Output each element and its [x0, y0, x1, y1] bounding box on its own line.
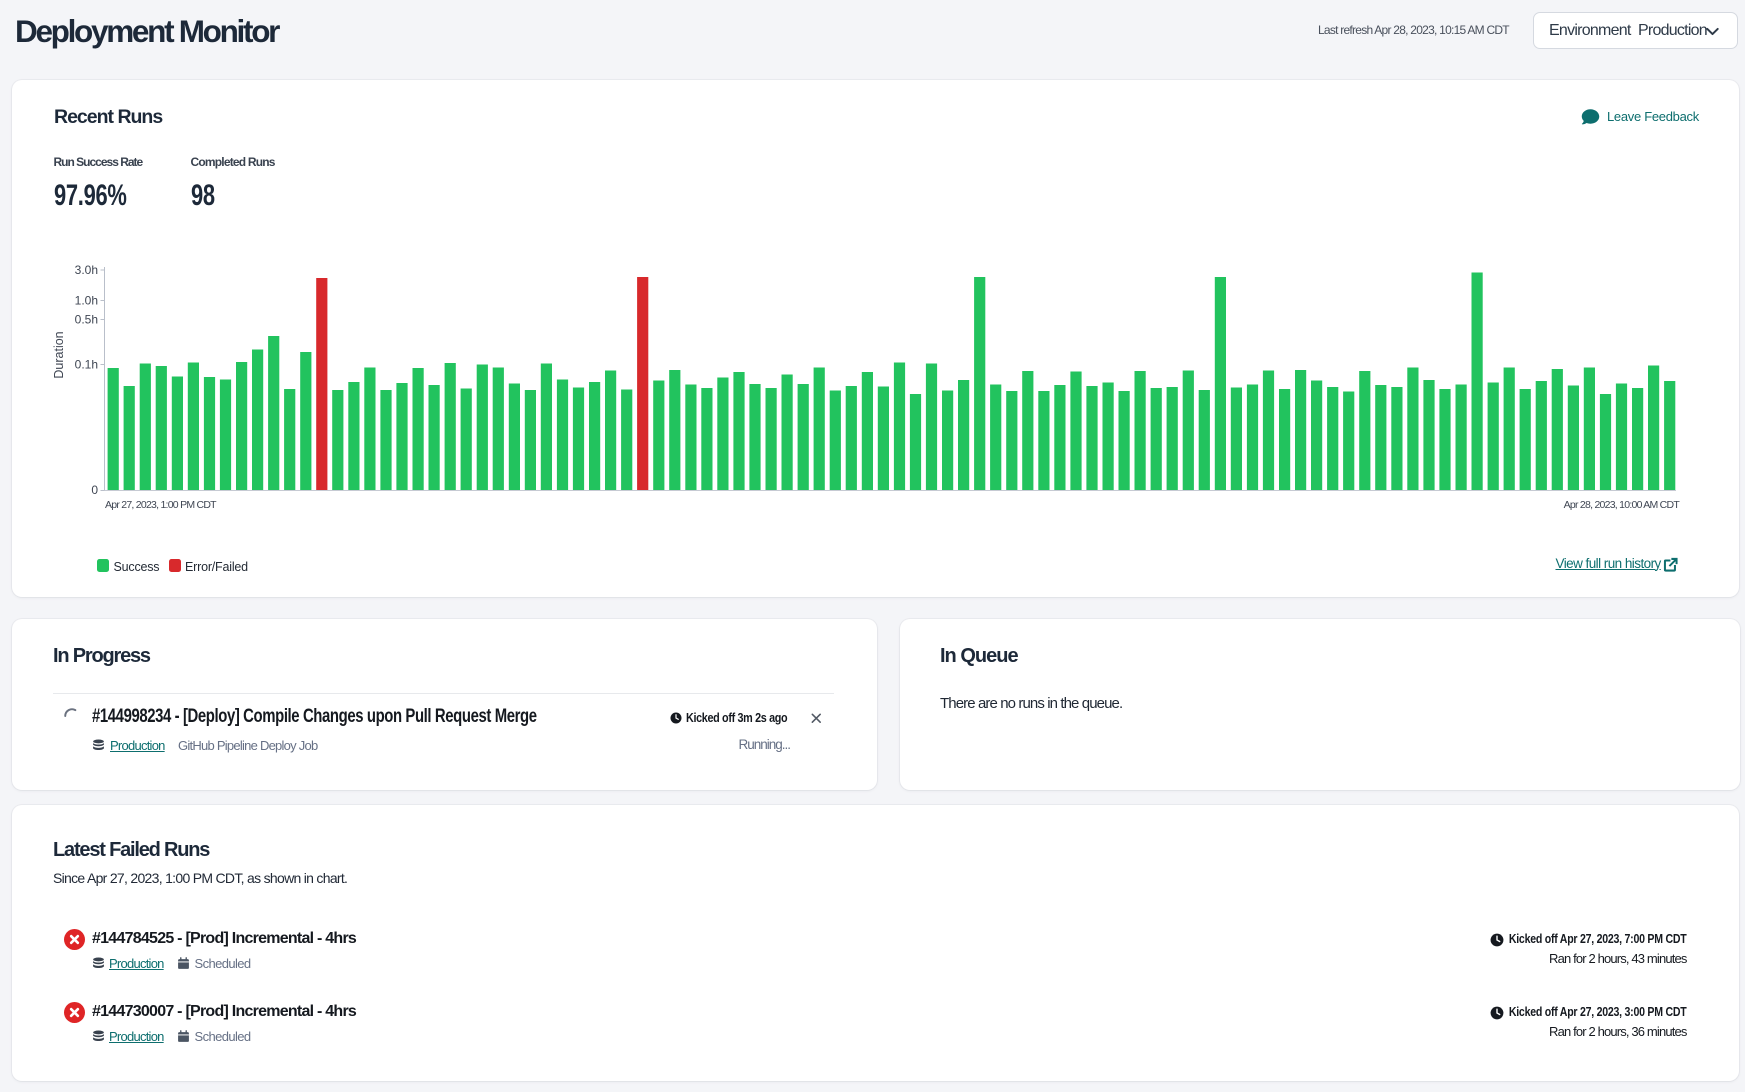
svg-text:0: 0: [91, 483, 98, 497]
svg-text:Apr 27, 2023, 1:00 PM CDT: Apr 27, 2023, 1:00 PM CDT: [105, 499, 217, 511]
svg-text:1.0h: 1.0h: [75, 294, 98, 308]
svg-text:0.5h: 0.5h: [75, 313, 98, 327]
svg-text:0.1h: 0.1h: [75, 358, 98, 372]
svg-text:Apr 28, 2023, 10:00 AM CDT: Apr 28, 2023, 10:00 AM CDT: [1564, 499, 1681, 511]
svg-text:Duration: Duration: [52, 331, 66, 378]
svg-text:3.0h: 3.0h: [75, 263, 98, 277]
